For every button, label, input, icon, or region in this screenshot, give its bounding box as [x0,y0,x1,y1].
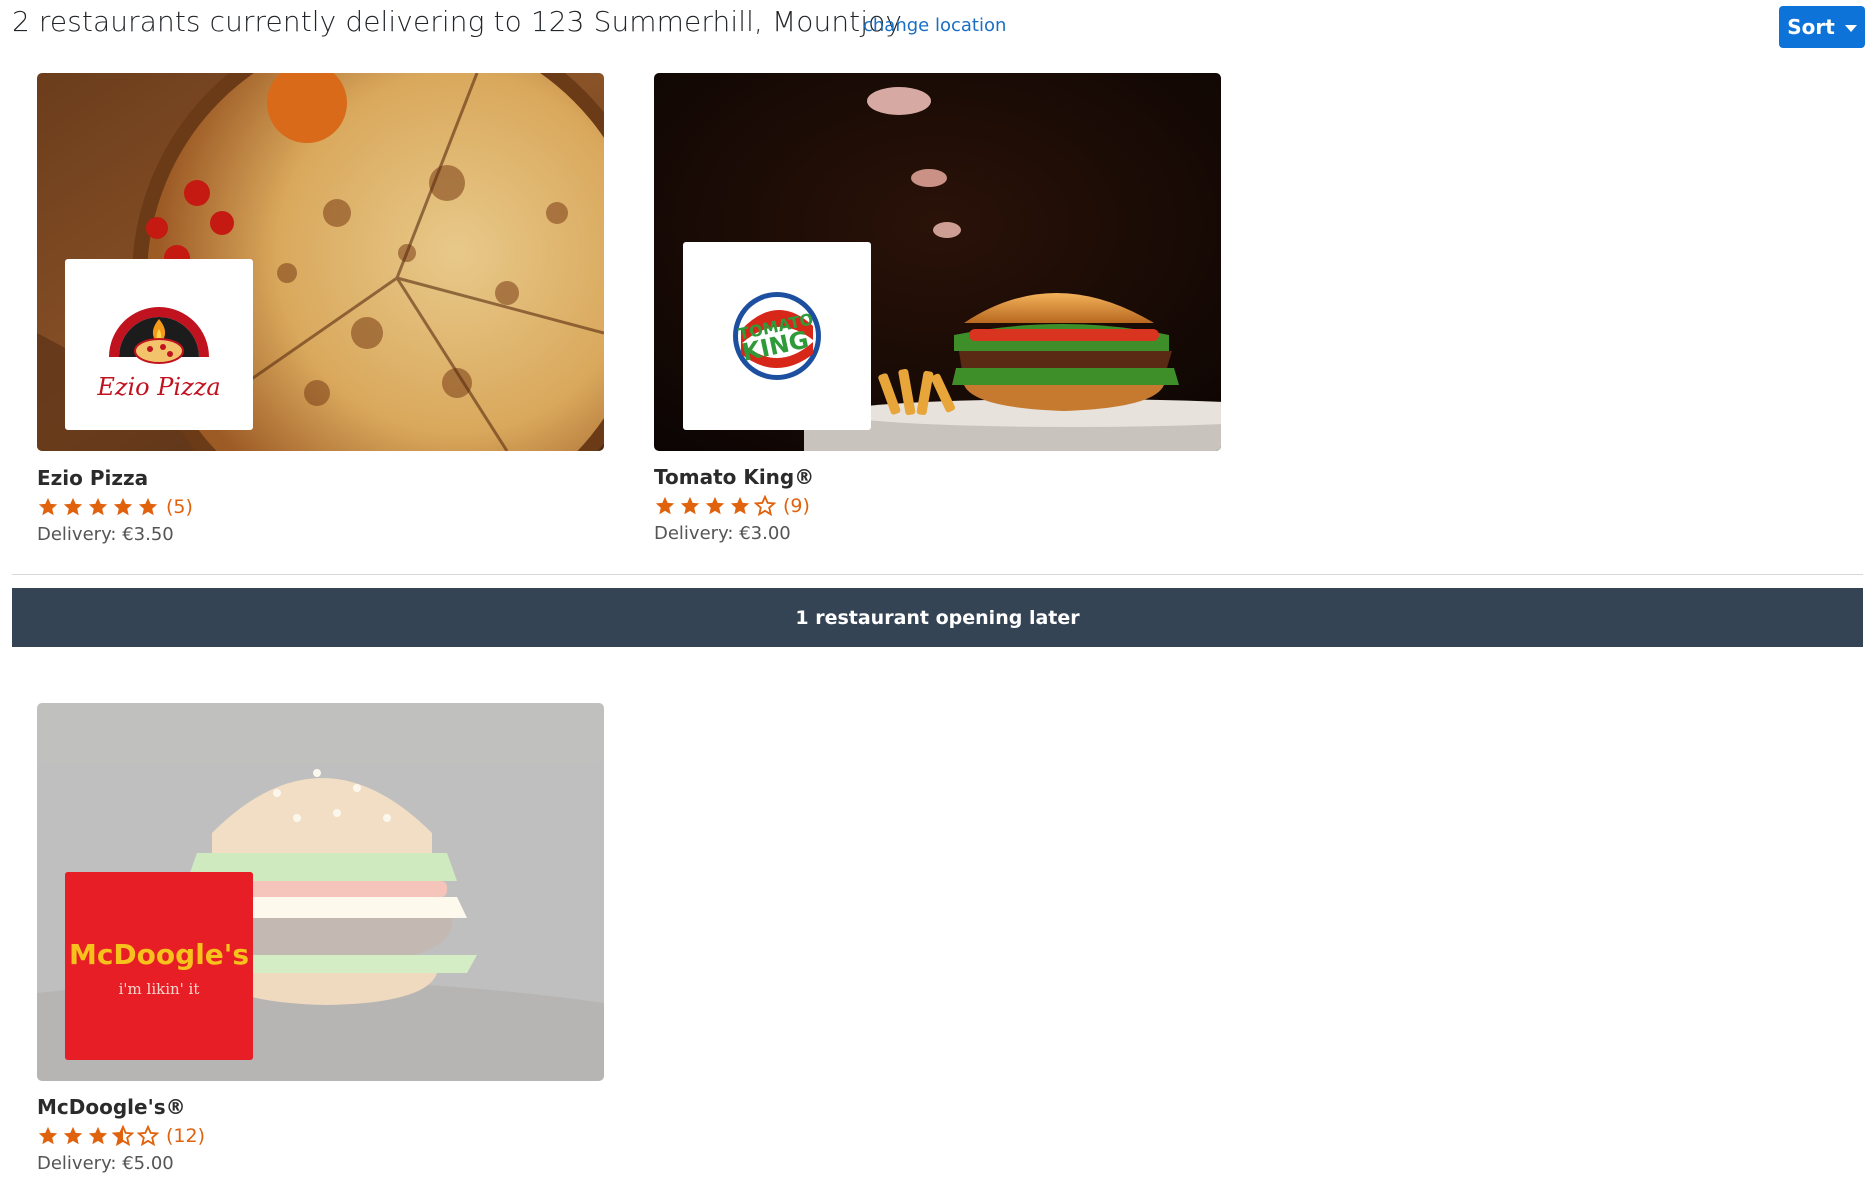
restaurant-card-mcdoogles[interactable]: McDoogle's i'm likin' it McDoogle's® (12… [37,703,604,1183]
star-rating: (12) [37,1125,205,1147]
mcdoogles-logo: McDoogle's i'm likin' it [65,872,253,1060]
star-icon [88,497,108,516]
restaurant-logo: Ezio Pizza [65,259,253,430]
opening-later-text: 1 restaurant opening later [795,606,1080,629]
svg-text:McDoogle's: McDoogle's [69,938,249,971]
page-header: 2 restaurants currently delivering to 12… [12,0,1865,56]
star-icon [705,496,725,515]
svg-text:Ezio Pizza: Ezio Pizza [96,373,220,401]
tomato-king-logo: TOMATO KING [733,292,821,380]
star-icon [680,496,700,515]
star-icon [63,497,83,516]
star-icon [138,497,158,516]
sort-button-label: Sort [1787,15,1835,39]
delivery-fee: Delivery: €3.00 [654,523,791,544]
delivery-fee: Delivery: €5.00 [37,1153,174,1174]
review-count: (12) [166,1125,206,1147]
restaurant-logo: TOMATO KING [683,242,871,430]
svg-text:i'm likin' it: i'm likin' it [119,980,200,998]
half-star-icon [112,1125,134,1147]
star-icon [730,496,750,515]
restaurant-logo: McDoogle's i'm likin' it [65,872,253,1060]
star-icon [88,1126,108,1145]
section-divider [12,574,1863,575]
restaurant-name[interactable]: Tomato King® [654,465,814,489]
star-icon [113,497,133,516]
star-icon [655,496,675,515]
caret-down-icon [1844,24,1857,32]
empty-star-icon [754,495,776,517]
restaurant-card-tomato-king[interactable]: TOMATO KING Tomato King® (9) Delivery: €… [654,73,1221,553]
star-icon [63,1126,83,1145]
review-count: (5) [166,496,193,518]
star-rating: (5) [37,496,193,518]
star-rating: (9) [654,495,810,517]
change-location-link[interactable]: change location [863,15,1006,36]
review-count: (9) [783,495,810,517]
delivery-fee: Delivery: €3.50 [37,524,174,545]
star-icon [38,1126,58,1145]
star-icon [38,497,58,516]
ezio-pizza-logo: Ezio Pizza [96,307,221,401]
page-title: 2 restaurants currently delivering to 12… [12,5,903,38]
opening-later-banner: 1 restaurant opening later [12,588,1863,647]
restaurant-name[interactable]: Ezio Pizza [37,466,148,490]
sort-button[interactable]: Sort [1779,6,1865,48]
restaurant-name[interactable]: McDoogle's® [37,1095,186,1119]
empty-star-icon [137,1125,159,1147]
restaurant-card-ezio-pizza[interactable]: Ezio Pizza Ezio Pizza (5) Delivery: €3.5… [37,73,604,553]
